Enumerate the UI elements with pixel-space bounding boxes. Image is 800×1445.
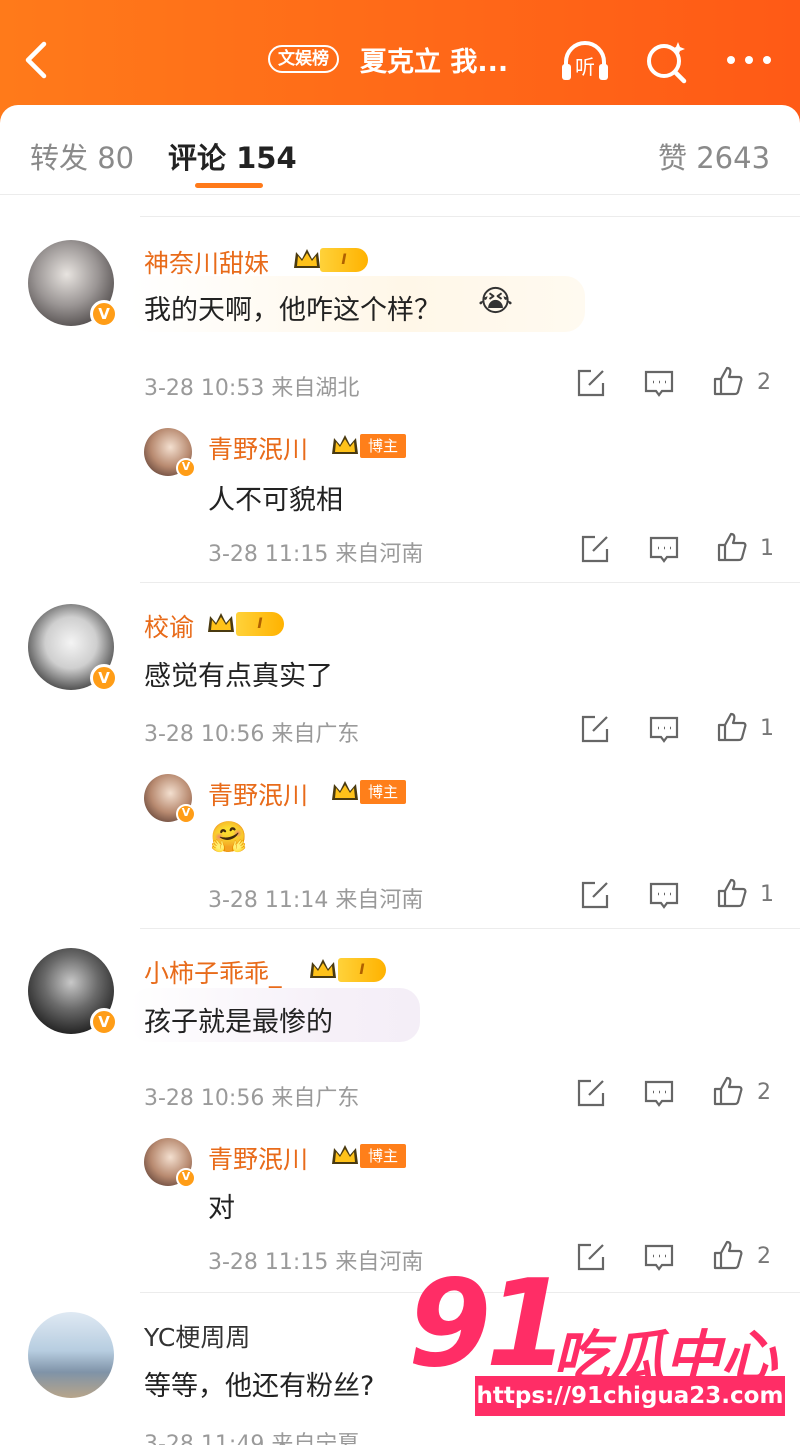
- hug-emoji: 🤗: [210, 820, 248, 855]
- like-icon[interactable]: [716, 711, 748, 743]
- tab-comments[interactable]: 评论 154: [168, 135, 297, 177]
- verified-v-icon: V: [176, 458, 196, 478]
- crying-emoji: 😭: [478, 284, 514, 319]
- comment-text: 感觉有点真实了: [144, 661, 333, 692]
- divider: [140, 582, 800, 583]
- verified-v-icon: V: [90, 1008, 118, 1036]
- crown-icon: [332, 781, 358, 800]
- more-icon[interactable]: [722, 36, 776, 86]
- blogger-badge: 博主: [360, 1144, 407, 1168]
- reply-meta: 3-28 11:14 来自河南: [208, 888, 424, 913]
- like-icon[interactable]: [712, 1239, 744, 1271]
- comment-icon[interactable]: [648, 533, 680, 565]
- avatar[interactable]: V: [144, 774, 196, 824]
- like-icon[interactable]: [712, 1075, 744, 1107]
- comment-meta: 3-28 10:56 来自广东: [144, 1086, 360, 1111]
- avatar[interactable]: V: [28, 948, 118, 1036]
- comment-icon[interactable]: [648, 879, 680, 911]
- svg-text:听: 听: [575, 55, 595, 79]
- level-badge: I: [338, 958, 386, 982]
- like-count: 2: [757, 370, 771, 395]
- avatar[interactable]: V: [28, 240, 118, 328]
- share-icon[interactable]: [579, 879, 611, 911]
- tab-bar: 转发 80 评论 154 赞 2643: [0, 105, 800, 195]
- crown-icon: [294, 249, 320, 268]
- comment-text: 等等，他还有粉丝?: [144, 1371, 375, 1402]
- page-title: 夏克立 我...: [360, 47, 509, 78]
- like-icon[interactable]: [716, 877, 748, 909]
- verified-v-icon: V: [176, 804, 196, 824]
- avatar[interactable]: [28, 1312, 114, 1398]
- back-chevron-icon[interactable]: [18, 38, 58, 82]
- like-count: 2: [757, 1244, 771, 1269]
- share-icon[interactable]: [575, 1241, 607, 1273]
- avatar[interactable]: V: [144, 428, 196, 478]
- crown-icon: [332, 435, 358, 454]
- crown-icon: [208, 613, 234, 632]
- like-icon[interactable]: [716, 531, 748, 563]
- comment-icon[interactable]: [643, 1241, 675, 1273]
- blogger-badge: 博主: [360, 434, 407, 458]
- search-sparkle-icon[interactable]: [640, 36, 694, 86]
- comment-meta: 3-28 10:56 来自广东: [144, 722, 360, 747]
- comment-username[interactable]: YC梗周周: [144, 1318, 250, 1354]
- level-badge: I: [236, 612, 284, 636]
- crown-icon: [332, 1145, 358, 1164]
- reply-text: 对: [208, 1193, 235, 1224]
- like-icon[interactable]: [712, 365, 744, 397]
- comment-meta: 3-28 11:49 来自宁夏: [144, 1432, 360, 1445]
- comment-text: 我的天啊，他咋这个样？: [144, 295, 441, 326]
- watermark-number: 91: [408, 1255, 569, 1394]
- reply-username[interactable]: 青野泯川: [208, 430, 308, 466]
- tab-reposts[interactable]: 转发 80: [30, 135, 134, 177]
- divider: [140, 928, 800, 929]
- reply-text: 人不可貌相: [208, 485, 343, 516]
- comment-icon[interactable]: [648, 713, 680, 745]
- verified-v-icon: V: [90, 664, 118, 692]
- level-badge: I: [320, 248, 368, 272]
- comment-username[interactable]: 校谕: [144, 608, 194, 644]
- share-icon[interactable]: [579, 713, 611, 745]
- tab-likes[interactable]: 赞 2643: [658, 135, 770, 177]
- comment-text: 孩子就是最惨的: [144, 1007, 333, 1038]
- watermark-url: https://91chigua23.com: [475, 1376, 785, 1416]
- share-icon[interactable]: [579, 533, 611, 565]
- comment-meta: 3-28 10:53 来自湖北: [144, 376, 360, 401]
- reply-username[interactable]: 青野泯川: [208, 776, 308, 812]
- comment-icon[interactable]: [643, 367, 675, 399]
- topic-tag[interactable]: 文娱榜: [268, 45, 339, 73]
- share-icon[interactable]: [575, 367, 607, 399]
- share-icon[interactable]: [575, 1077, 607, 1109]
- like-count: 2: [757, 1080, 771, 1105]
- reply-meta: 3-28 11:15 来自河南: [208, 1250, 424, 1275]
- reply-username[interactable]: 青野泯川: [208, 1140, 308, 1176]
- reply-meta: 3-28 11:15 来自河南: [208, 542, 424, 567]
- comment-icon[interactable]: [643, 1077, 675, 1109]
- comment-username[interactable]: 神奈川甜妹: [144, 244, 269, 280]
- listen-icon[interactable]: 听: [558, 36, 612, 86]
- avatar[interactable]: V: [28, 604, 118, 692]
- like-count: 1: [760, 716, 774, 741]
- active-tab-indicator: [195, 183, 263, 188]
- avatar[interactable]: V: [144, 1138, 196, 1188]
- like-count: 1: [760, 536, 774, 561]
- like-count: 1: [760, 882, 774, 907]
- verified-v-icon: V: [176, 1168, 196, 1188]
- crown-icon: [310, 959, 336, 978]
- blogger-badge: 博主: [360, 780, 407, 804]
- divider: [140, 216, 800, 217]
- verified-v-icon: V: [90, 300, 118, 328]
- comment-username[interactable]: 小柿子乖乖_: [144, 954, 282, 990]
